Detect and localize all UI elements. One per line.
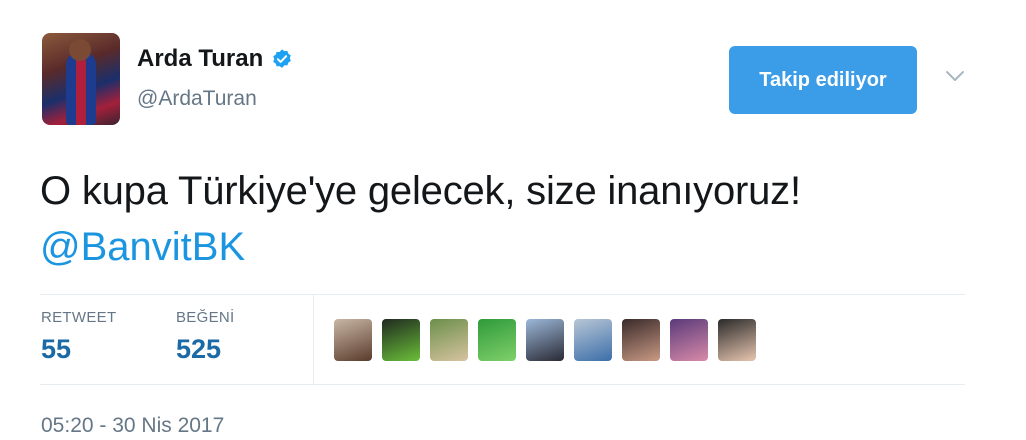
avatar-head [69,39,91,61]
like-label: BEĞENİ [176,309,235,326]
divider [40,384,965,385]
liker-avatar[interactable] [718,319,756,361]
tweet-text: O kupa Türkiye'ye gelecek, size inanıyor… [40,169,801,213]
liker-avatar[interactable] [382,319,420,361]
chevron-down-icon[interactable] [944,68,966,84]
following-button[interactable]: Takip ediliyor [729,46,917,114]
retweet-label: RETWEET [41,309,117,326]
liker-avatars [334,319,766,361]
retweet-count: 55 [41,334,72,364]
like-stat[interactable]: BEĞENİ 525 [176,309,234,365]
tweet-card: Arda Turan @ArdaTuran Takip ediliyor O k… [0,0,1026,440]
stats-divider [313,294,314,384]
liker-avatar[interactable] [526,319,564,361]
liker-avatar[interactable] [574,319,612,361]
retweet-stat[interactable]: RETWEET 55 [41,309,116,365]
mention-link[interactable]: @BanvitBK [40,219,245,275]
verified-badge-icon [273,49,292,68]
liker-avatar[interactable] [430,319,468,361]
name-row: Arda Turan [137,45,293,73]
liker-avatar[interactable] [334,319,372,361]
avatar-figure [66,51,96,125]
profile-avatar[interactable] [42,33,120,125]
liker-avatar[interactable] [622,319,660,361]
liker-avatar[interactable] [478,319,516,361]
tweet-timestamp[interactable]: 05:20 - 30 Nis 2017 [41,414,224,438]
display-name[interactable]: Arda Turan [137,45,263,73]
divider [40,294,965,295]
like-count: 525 [176,334,222,364]
liker-avatar[interactable] [670,319,708,361]
user-handle[interactable]: @ArdaTuran [137,87,257,111]
